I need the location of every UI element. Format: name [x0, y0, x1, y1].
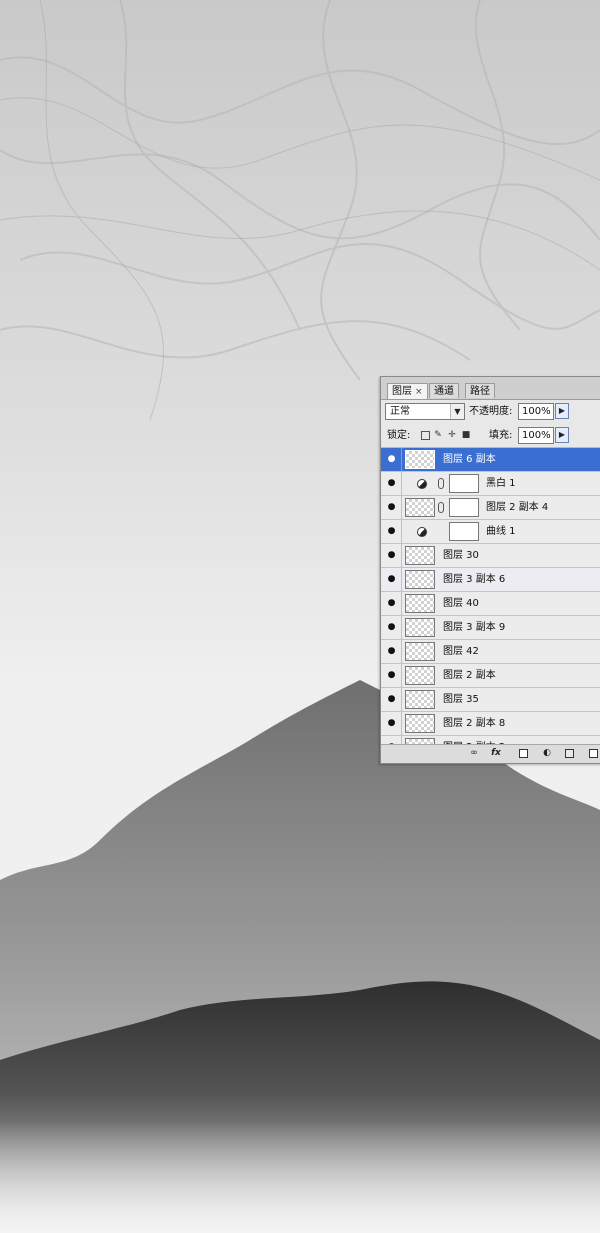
- layer-row[interactable]: ● 图层 3 副本 6: [381, 568, 600, 592]
- layer-mask-thumbnail: [449, 498, 479, 517]
- link-icon[interactable]: ∞: [467, 748, 481, 759]
- layer-row[interactable]: ● 图层 6 副本: [381, 448, 600, 472]
- layer-thumbnail: [405, 642, 435, 661]
- eye-icon[interactable]: ●: [382, 496, 402, 519]
- layer-name: 图层 3 副本 9: [443, 622, 506, 633]
- opacity-slider-arrow-icon[interactable]: ▶: [555, 403, 569, 419]
- tab-channels-label: 通道: [434, 386, 454, 397]
- layer-mask-thumbnail: [449, 522, 479, 541]
- layer-row[interactable]: ● 图层 2 副本: [381, 664, 600, 688]
- blend-mode-select[interactable]: 正常 ▼: [385, 403, 465, 420]
- chevron-down-icon: ▼: [450, 404, 464, 419]
- layer-row[interactable]: ● 图层 30: [381, 544, 600, 568]
- blend-row: 正常 ▼ 不透明度: 100% ▶: [381, 401, 600, 423]
- tab-channels[interactable]: 通道: [429, 383, 459, 398]
- link-chain-icon: [438, 502, 444, 513]
- eye-icon[interactable]: ●: [382, 520, 402, 543]
- adjustment-layer-icon: [417, 527, 427, 537]
- layer-row[interactable]: ● 图层 35: [381, 688, 600, 712]
- layer-name: 黑白 1: [486, 478, 516, 489]
- fill-input[interactable]: 100%: [518, 427, 554, 444]
- eye-icon[interactable]: ●: [382, 616, 402, 639]
- layer-row[interactable]: ● 曲线 1: [381, 520, 600, 544]
- eye-icon[interactable]: ●: [382, 640, 402, 663]
- eye-icon[interactable]: ●: [382, 664, 402, 687]
- layer-name: 图层 42: [443, 646, 479, 657]
- new-layer-icon[interactable]: [589, 749, 598, 758]
- lock-transparency-icon[interactable]: [421, 431, 430, 440]
- layer-name: 图层 40: [443, 598, 479, 609]
- tab-paths-label: 路径: [470, 386, 490, 397]
- adjustment-icon[interactable]: ◐: [541, 748, 553, 759]
- eye-icon[interactable]: ●: [382, 688, 402, 711]
- lock-all-icon[interactable]: ■: [461, 430, 471, 440]
- opacity-input[interactable]: 100%: [518, 403, 554, 420]
- layers-panel: 图层 × 通道 路径 正常 ▼ 不透明度: 100% ▶ 锁定: ✎ ✛ ■ 填充…: [380, 376, 600, 764]
- layer-name: 图层 30: [443, 550, 479, 561]
- eye-icon[interactable]: ●: [382, 712, 402, 735]
- layer-thumbnail: [405, 570, 435, 589]
- layer-name: 图层 6 副本: [443, 454, 496, 465]
- lock-brush-icon[interactable]: ✎: [433, 430, 443, 440]
- layer-row[interactable]: ● 图层 2 副本 4: [381, 496, 600, 520]
- eye-icon[interactable]: ●: [382, 472, 402, 495]
- panel-tab-bar: 图层 × 通道 路径: [381, 377, 600, 400]
- layer-thumbnail: [405, 450, 435, 469]
- eye-icon[interactable]: ●: [382, 544, 402, 567]
- layer-thumbnail: [405, 618, 435, 637]
- tab-layers[interactable]: 图层 ×: [387, 383, 428, 399]
- mask-icon[interactable]: [519, 749, 528, 758]
- layer-name: 图层 35: [443, 694, 479, 705]
- layer-thumbnail: [405, 690, 435, 709]
- layer-name: 图层 2 副本: [443, 670, 496, 681]
- layer-name: 图层 2 副本 4: [486, 502, 549, 513]
- layer-name: 曲线 1: [486, 526, 516, 537]
- layer-row[interactable]: ● 黑白 1: [381, 472, 600, 496]
- fill-slider-arrow-icon[interactable]: ▶: [555, 427, 569, 443]
- eye-icon[interactable]: ●: [382, 592, 402, 615]
- layer-row[interactable]: ● 图层 42: [381, 640, 600, 664]
- layer-name: 图层 2 副本 8: [443, 718, 506, 729]
- eye-icon[interactable]: ●: [382, 448, 402, 471]
- layer-name: 图层 3 副本 6: [443, 574, 506, 585]
- layer-thumbnail: [405, 714, 435, 733]
- layer-row[interactable]: ● 图层 40: [381, 592, 600, 616]
- panel-bottom-bar: ∞ fx ◐: [381, 744, 600, 763]
- layer-thumbnail: [405, 594, 435, 613]
- layer-thumbnail: [405, 498, 435, 517]
- group-folder-icon[interactable]: [565, 749, 574, 758]
- tab-paths[interactable]: 路径: [465, 383, 495, 398]
- layers-list: ● 图层 6 副本 ● 黑白 1 ● 图层 2 副本 4 ● 曲线 1 ● 图层…: [381, 448, 600, 745]
- close-icon[interactable]: ×: [415, 387, 423, 397]
- layer-thumbnail: [405, 546, 435, 565]
- lock-row: 锁定: ✎ ✛ ■ 填充: 100% ▶: [381, 425, 600, 448]
- eye-icon[interactable]: ●: [382, 568, 402, 591]
- opacity-label: 不透明度:: [469, 406, 513, 417]
- layer-mask-thumbnail: [449, 474, 479, 493]
- link-chain-icon: [438, 478, 444, 489]
- layer-row[interactable]: ● 图层 3 副本 9: [381, 616, 600, 640]
- lock-move-icon[interactable]: ✛: [447, 430, 457, 440]
- lock-label: 锁定:: [387, 430, 411, 441]
- adjustment-layer-icon: [417, 479, 427, 489]
- fill-label: 填充:: [489, 430, 513, 441]
- tab-layers-label: 图层: [392, 386, 412, 397]
- fx-icon[interactable]: fx: [489, 748, 503, 759]
- blend-mode-value: 正常: [390, 406, 410, 417]
- layer-thumbnail: [405, 666, 435, 685]
- layer-row[interactable]: ● 图层 2 副本 8: [381, 712, 600, 736]
